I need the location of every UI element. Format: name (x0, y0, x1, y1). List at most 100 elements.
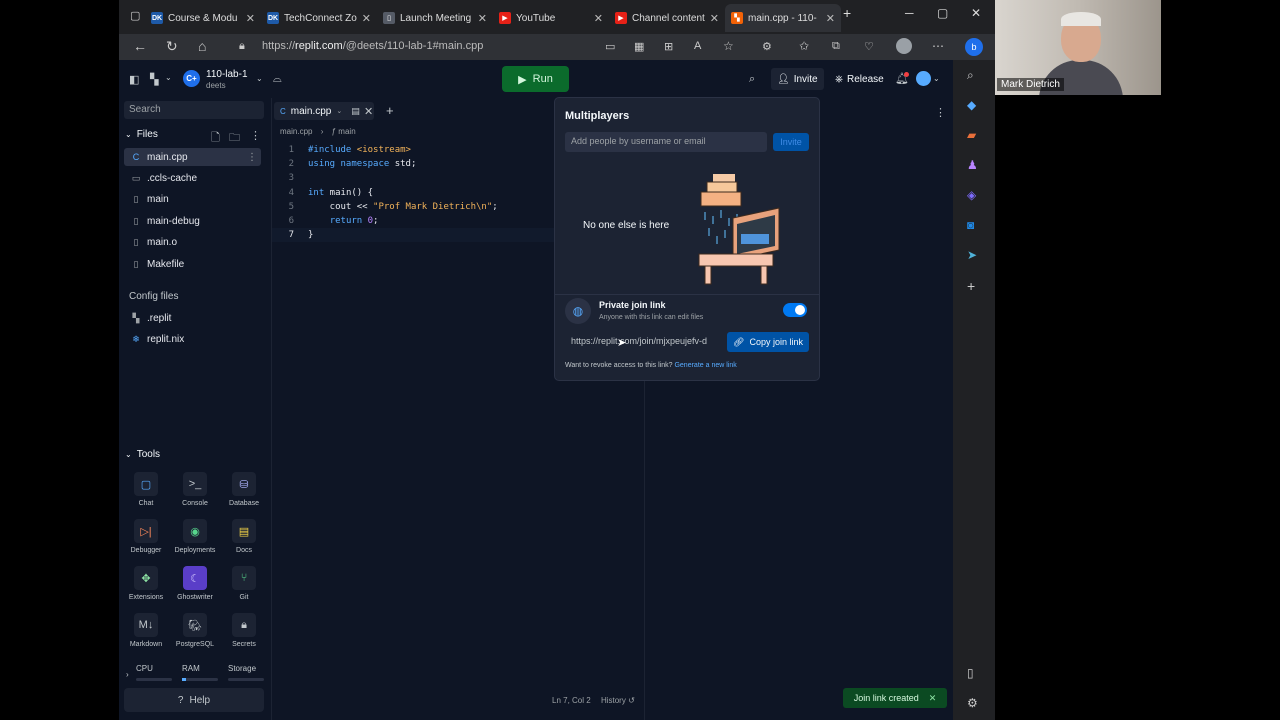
private-link-toggle[interactable] (783, 303, 807, 317)
project-name[interactable]: 110-lab-1 (206, 69, 248, 80)
tool-ghostwriter[interactable]: ☾ Ghostwriter (173, 566, 217, 601)
tool-database[interactable]: ⛁ Database (222, 472, 266, 507)
performance-icon[interactable]: ♡ (864, 40, 874, 53)
add-sidebar-app-icon[interactable]: + (967, 278, 975, 294)
close-tab-icon[interactable]: ✕ (362, 12, 371, 25)
config-file-item[interactable]: ❄ replit.nix (124, 330, 261, 348)
editor-tab-main-cpp[interactable]: C main.cpp ⌄ ▤ (274, 102, 374, 120)
office-icon[interactable]: ◈ (967, 188, 976, 202)
hide-sidebar-icon[interactable]: ▯ (967, 666, 974, 680)
close-tab-icon[interactable]: ✕ (710, 12, 719, 25)
project-owner[interactable]: deets (206, 81, 226, 90)
join-link-field[interactable]: https://replit.com/join/mjxpeujefv-d (565, 332, 725, 352)
crumb-file[interactable]: main.cpp (280, 127, 312, 136)
toast-close-icon[interactable]: ✕ (929, 693, 937, 704)
browser-tab[interactable]: DK Course & Modu ✕ (145, 4, 261, 32)
tool-secrets[interactable]: 🔒︎ Secrets (222, 613, 266, 648)
resources-chevron-icon[interactable]: › (126, 670, 129, 679)
file-item[interactable]: ▯ Makefile (124, 255, 261, 273)
popup-invite-button[interactable]: Invite (773, 133, 809, 151)
tools-section-header[interactable]: ⌄ Tools (125, 449, 160, 460)
chevron-down-icon[interactable]: ⌄ (165, 73, 172, 82)
file-item[interactable]: ▯ main (124, 191, 261, 209)
shopping-tag-icon[interactable]: ◆ (967, 98, 976, 112)
grid-icon[interactable]: ⊞ (664, 40, 673, 53)
generate-new-link[interactable]: Generate a new link (674, 362, 736, 369)
reload-icon[interactable]: ↻ (166, 38, 178, 55)
add-people-input[interactable]: Add people by username or email (565, 132, 767, 152)
file-item[interactable]: ▯ main.o (124, 234, 261, 252)
release-button[interactable]: ⎈ Release (829, 68, 890, 90)
tool-chat[interactable]: ▢ Chat (124, 472, 168, 507)
invite-button[interactable]: 👤︎ Invite (771, 68, 824, 90)
search-icon[interactable]: ⌕ (749, 73, 755, 86)
files-menu-icon[interactable]: ⋮ (250, 129, 261, 142)
tool-debugger[interactable]: ▷| Debugger (124, 519, 168, 554)
help-button[interactable]: ? Help (124, 688, 264, 712)
profile-avatar[interactable] (896, 38, 912, 54)
tool-git[interactable]: ⑂ Git (222, 566, 266, 601)
split-icon[interactable]: ▤ (351, 106, 360, 117)
send-icon[interactable]: ➤ (967, 248, 977, 262)
outlook-icon[interactable]: ◙ (967, 218, 974, 232)
new-file-icon[interactable]: 🗋︎ (211, 129, 220, 148)
replit-logo-icon[interactable]: ▚ (150, 73, 158, 86)
cursor-position[interactable]: Ln 7, Col 2 (552, 696, 591, 705)
tool-extensions[interactable]: ✥ Extensions (124, 566, 168, 601)
file-item[interactable]: ▭ .ccls-cache (124, 169, 261, 187)
config-file-item[interactable]: ▚ .replit (124, 309, 261, 327)
tools-briefcase-icon[interactable]: ▰ (967, 128, 976, 142)
sidebar-toggle-icon[interactable]: ◧ (129, 73, 139, 86)
sidebar-search-icon[interactable]: ⌕ (967, 68, 974, 83)
tool-docs[interactable]: ▤ Docs (222, 519, 266, 554)
avatar-chevron-icon[interactable]: ⌄ (933, 74, 940, 83)
crumb-symbol[interactable]: main (338, 127, 355, 136)
file-menu-icon[interactable]: ⋮ (247, 152, 257, 163)
collections-icon[interactable]: ⧉ (832, 40, 840, 53)
file-item[interactable]: Cmain.cpp ⋮ (124, 148, 261, 166)
browser-tab[interactable]: ▶ Channel content ✕ (609, 4, 725, 32)
copilot-icon[interactable]: b (965, 38, 983, 56)
close-tab-icon[interactable]: ✕ (478, 12, 487, 25)
browser-menu-icon[interactable]: ⋯ (932, 39, 944, 53)
close-tab-icon[interactable]: ✕ (826, 12, 835, 25)
file-search-input[interactable]: Search (124, 101, 264, 119)
close-tab-icon[interactable]: ✕ (246, 12, 255, 25)
close-tab-icon[interactable]: ✕ (594, 12, 603, 25)
tool-markdown[interactable]: M↓ Markdown (124, 613, 168, 648)
tool-postgresql[interactable]: 🐘︎ PostgreSQL (173, 613, 217, 648)
back-icon[interactable]: ← (133, 38, 147, 54)
favorites-icon[interactable]: ✩ (799, 39, 809, 53)
url-field[interactable]: https://replit.com/@deets/110-lab-1#main… (262, 40, 483, 52)
cast-icon[interactable]: ▭ (605, 40, 615, 53)
file-item[interactable]: ▯ main-debug (124, 212, 261, 230)
pane-menu-icon[interactable]: ⋮ (935, 106, 946, 119)
config-files-header[interactable]: Config files (129, 291, 178, 302)
extensions-puzzle-icon[interactable]: ⚙ (762, 40, 772, 53)
read-aloud-icon[interactable]: A (694, 40, 701, 52)
project-chevron-icon[interactable]: ⌄ (256, 74, 263, 83)
browser-tab[interactable]: ▯ Launch Meeting ✕ (377, 4, 493, 32)
user-avatar[interactable] (916, 71, 931, 86)
new-folder-icon[interactable]: 🗀︎ (229, 129, 240, 148)
browser-tab[interactable]: DK TechConnect Zo ✕ (261, 4, 377, 32)
tool-console[interactable]: >_ Console (173, 472, 217, 507)
close-window-icon[interactable]: ✕ (971, 6, 981, 20)
maximize-icon[interactable]: ▢ (937, 6, 948, 20)
close-tab-icon[interactable]: ✕ (364, 105, 373, 118)
files-section-header[interactable]: ⌄ Files (125, 129, 158, 140)
sidebar-settings-icon[interactable]: ⚙ (967, 696, 978, 710)
tool-deployments[interactable]: ◉ Deployments (173, 519, 217, 554)
run-button[interactable]: ▶ Run (502, 66, 569, 92)
browser-tab[interactable]: ▶ YouTube ✕ (493, 4, 609, 32)
minimize-icon[interactable]: ─ (905, 6, 914, 20)
history-button[interactable]: History ↺ (601, 696, 635, 705)
home-icon[interactable]: ⌂ (198, 38, 206, 54)
apps-icon[interactable]: ▦ (634, 40, 644, 53)
browser-tab[interactable]: ▚ main.cpp - 110- ✕ (725, 4, 841, 32)
tab-actions-icon[interactable]: ▢ (130, 9, 140, 22)
favorite-star-icon[interactable]: ☆ (723, 39, 734, 53)
games-icon[interactable]: ♟ (967, 158, 978, 172)
add-tab-icon[interactable]: + (386, 103, 394, 118)
new-tab-icon[interactable]: + (843, 5, 851, 21)
